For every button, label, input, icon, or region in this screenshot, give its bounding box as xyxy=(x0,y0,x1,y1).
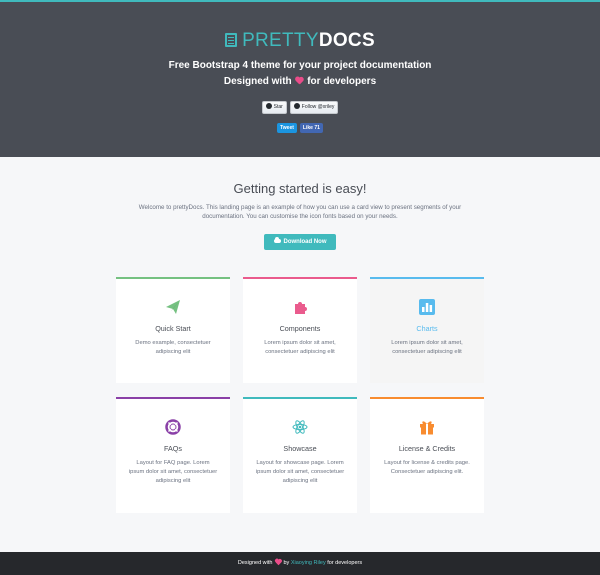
github-icon xyxy=(265,103,272,109)
social-buttons: Tweet Like 71 xyxy=(0,123,600,133)
footer-by: by xyxy=(283,560,290,566)
card-title: FAQs xyxy=(164,444,182,453)
tagline-suffix: for developers xyxy=(307,76,377,87)
intro-title: Getting started is easy! xyxy=(233,181,367,196)
card-charts[interactable]: Charts Lorem ipsum dolor sit amet, conse… xyxy=(370,277,484,383)
card-title: Components xyxy=(279,324,321,333)
card-quick-start[interactable]: Quick Start Demo example, consectetuer a… xyxy=(116,277,230,383)
download-label: Download Now xyxy=(283,239,327,245)
card-desc: Lorem ipsum dolor sit amet, consectetuer… xyxy=(264,340,336,355)
brand-pretty: PRETTY xyxy=(242,30,319,51)
card-showcase[interactable]: Showcase Layout for showcase page. Lorem… xyxy=(243,397,357,513)
card-desc: Lorem ipsum dolor sit amet, consectetuer… xyxy=(391,340,463,355)
tagline-line1: Free Bootstrap 4 theme for your project … xyxy=(168,60,432,71)
download-button[interactable]: Download Now xyxy=(264,234,336,250)
github-follow-button[interactable]: Follow @xriley xyxy=(289,101,339,114)
card-title: Quick Start xyxy=(155,324,191,333)
github-star-button[interactable]: Star xyxy=(261,101,287,114)
card-title: License & Credits xyxy=(398,444,456,453)
tagline-prefix: Designed with xyxy=(223,76,292,87)
tweet-label: Tweet xyxy=(280,125,294,131)
heart-icon xyxy=(275,559,281,565)
cloud-download-icon xyxy=(273,237,281,243)
card-license-credits[interactable]: License & Credits Layout for license & c… xyxy=(370,397,484,513)
facebook-like-button[interactable]: Like 71 xyxy=(299,123,323,133)
footer: Designed with by Xiaoying Riley for deve… xyxy=(0,552,600,575)
puzzle-piece-icon xyxy=(295,302,307,314)
tweet-button[interactable]: Tweet xyxy=(277,123,297,133)
card-title: Charts xyxy=(416,324,438,333)
footer-prefix: Designed with xyxy=(237,560,273,566)
card-desc: Layout for showcase page. Lorem ipsum do… xyxy=(255,460,345,484)
github-icon xyxy=(293,103,300,109)
paper-plane-icon xyxy=(166,300,180,314)
footer-author-link[interactable]: Xiaoying Riley xyxy=(291,560,326,566)
footer-suffix: for developers xyxy=(327,560,363,566)
card-title: Showcase xyxy=(283,444,317,453)
brand-logo[interactable]: PRETTYDOCS xyxy=(0,30,600,52)
github-follow-label: Follow @xriley xyxy=(301,104,335,110)
heart-icon xyxy=(295,77,303,85)
github-star-label: Star xyxy=(273,104,283,110)
brand-docs: DOCS xyxy=(318,30,375,51)
document-icon xyxy=(225,33,238,47)
fb-like-label: Like 71 xyxy=(302,125,320,131)
card-desc: Demo example, consectetuer adipiscing el… xyxy=(135,340,211,355)
atom-icon xyxy=(292,420,308,434)
life-ring-icon xyxy=(165,419,181,435)
bar-chart-icon xyxy=(419,299,435,315)
card-components[interactable]: Components Lorem ipsum dolor sit amet, c… xyxy=(243,277,357,383)
github-buttons: Star Follow @xriley xyxy=(0,101,600,114)
card-faqs[interactable]: FAQs Layout for FAQ page. Lorem ipsum do… xyxy=(116,397,230,513)
intro-text: Welcome to prettyDocs. This landing page… xyxy=(138,204,462,220)
tagline-line2: Designed with for developers xyxy=(0,76,600,87)
header: PRETTYDOCS Free Bootstrap 4 theme for yo… xyxy=(0,0,600,157)
gift-icon xyxy=(420,421,434,435)
card-desc: Layout for FAQ page. Lorem ipsum dolor s… xyxy=(128,460,218,484)
card-desc: Layout for license & credits page. Conse… xyxy=(384,460,470,475)
